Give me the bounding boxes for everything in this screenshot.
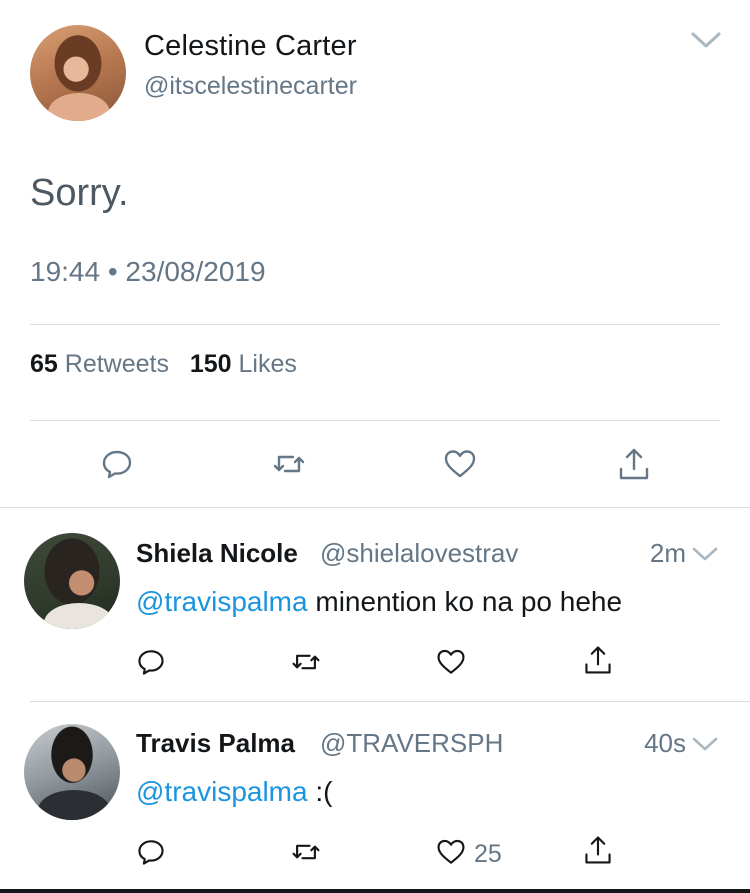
author-avatar[interactable]: [30, 25, 126, 121]
heart-icon: [437, 649, 465, 674]
retweet-icon: [292, 654, 320, 670]
share-icon: [585, 646, 611, 674]
reply-body: minention ko na po hehe: [307, 586, 623, 617]
mention-link[interactable]: @travispalma: [136, 586, 308, 617]
reply-item: Travis Palma @TRAVERSPH 40s @travispalma…: [0, 702, 750, 893]
reply-item: Shiela Nicole @shielalovestrav 2m @travi…: [0, 508, 750, 701]
retweet-button[interactable]: [290, 836, 322, 868]
retweets-count[interactable]: 65: [30, 350, 58, 378]
bottom-edge: [0, 889, 750, 893]
share-icon: [585, 836, 611, 864]
heart-icon: [444, 450, 476, 478]
like-button[interactable]: [435, 836, 467, 868]
reply-author-handle[interactable]: @TRAVERSPH: [320, 728, 503, 759]
share-icon: [619, 448, 649, 480]
reply-author-name[interactable]: Shiela Nicole: [136, 538, 298, 569]
chevron-down-icon[interactable]: [690, 30, 722, 50]
reply-author-handle[interactable]: @shielalovestrav: [320, 538, 518, 569]
reply-time: 40s: [644, 728, 686, 758]
reply-button[interactable]: [135, 836, 167, 868]
likes-count[interactable]: 150: [190, 350, 232, 378]
tweet-stats: 65 Retweets 150 Likes: [30, 350, 297, 379]
retweet-button[interactable]: [290, 646, 322, 678]
author-name[interactable]: Celestine Carter: [144, 30, 357, 63]
divider: [30, 324, 720, 325]
author-handle[interactable]: @itscelestinecarter: [144, 72, 357, 101]
speech-bubble-icon: [138, 650, 164, 675]
like-button[interactable]: [442, 446, 478, 482]
reply-time: 2m: [649, 538, 686, 568]
chevron-down-icon[interactable]: [692, 546, 718, 562]
like-count: 25: [474, 840, 502, 868]
reply-avatar[interactable]: [24, 533, 120, 629]
reply-avatar[interactable]: [24, 724, 120, 820]
share-button[interactable]: [582, 644, 614, 676]
main-tweet: Celestine Carter @itscelestinecarter Sor…: [0, 0, 750, 508]
avatar-shoulder: [38, 790, 110, 820]
reply-button[interactable]: [99, 446, 135, 482]
like-button[interactable]: [435, 646, 467, 678]
share-button[interactable]: [582, 834, 614, 866]
reply-body: :(: [307, 776, 333, 807]
speech-bubble-icon: [102, 450, 132, 479]
reply-text: @travispalma :(: [136, 776, 332, 808]
speech-bubble-icon: [138, 840, 164, 865]
tweet-text: Sorry.: [30, 172, 129, 214]
retweet-button[interactable]: [271, 446, 307, 482]
tweet-timestamp: 19:44 • 23/08/2019: [30, 256, 266, 287]
divider: [30, 420, 720, 421]
reply-text: @travispalma minention ko na po hehe: [136, 586, 622, 618]
likes-label[interactable]: Likes: [239, 350, 297, 378]
share-button[interactable]: [616, 446, 652, 482]
reply-author-name[interactable]: Travis Palma: [136, 728, 295, 759]
retweet-icon: [273, 455, 305, 473]
avatar-shoulder: [44, 603, 114, 629]
retweet-icon: [292, 844, 320, 860]
chevron-down-icon[interactable]: [692, 736, 718, 752]
heart-icon: [437, 839, 465, 864]
retweets-label[interactable]: Retweets: [65, 350, 169, 378]
reply-button[interactable]: [135, 646, 167, 678]
avatar-shoulder: [48, 93, 110, 121]
mention-link[interactable]: @travispalma: [136, 776, 308, 807]
